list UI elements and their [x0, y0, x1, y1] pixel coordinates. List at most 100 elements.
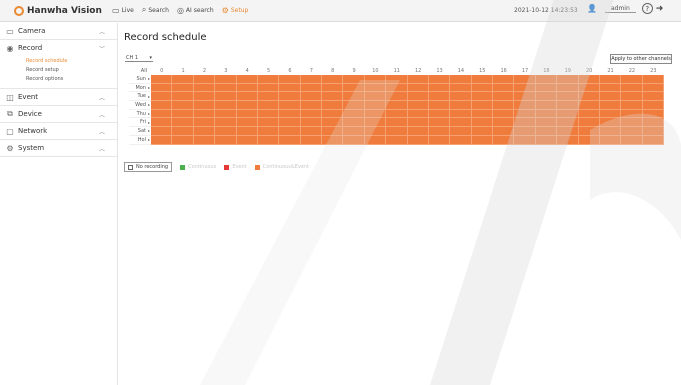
schedule-cell[interactable] [428, 92, 451, 102]
schedule-cell[interactable] [386, 101, 408, 110]
hour-label[interactable]: 6 [279, 67, 300, 75]
schedule-cell[interactable] [407, 92, 429, 102]
schedule-cell[interactable] [151, 75, 173, 84]
sidebar-item-network[interactable]: ▢ Network ︿ [0, 123, 117, 139]
schedule-cell[interactable] [300, 127, 322, 136]
schedule-cell[interactable] [386, 109, 408, 119]
schedule-cell[interactable] [493, 92, 515, 102]
schedule-cell[interactable] [428, 101, 451, 110]
day-label[interactable]: Thu ▸ [129, 110, 151, 119]
nav-setup[interactable]: ⚙ Setup [222, 5, 249, 15]
brand-logo[interactable]: Hanwha Vision [14, 4, 102, 18]
hour-label[interactable]: 1 [172, 67, 193, 75]
schedule-cell[interactable] [215, 127, 237, 136]
schedule-cell[interactable] [471, 135, 493, 145]
schedule-cell[interactable] [535, 83, 558, 93]
schedule-cell[interactable] [578, 83, 600, 93]
hour-label[interactable]: 11 [386, 67, 407, 75]
hour-label[interactable]: 0 [151, 67, 172, 75]
schedule-cell[interactable] [621, 101, 643, 110]
schedule-cell[interactable] [322, 101, 344, 110]
hour-label[interactable]: 7 [301, 67, 322, 75]
schedule-cell[interactable] [364, 109, 387, 119]
schedule-cell[interactable] [236, 83, 258, 93]
schedule-cell[interactable] [535, 101, 558, 110]
schedule-cell[interactable] [322, 83, 344, 93]
schedule-cell[interactable] [407, 101, 429, 110]
schedule-cell[interactable] [535, 135, 558, 145]
schedule-cell[interactable] [471, 127, 493, 136]
schedule-cell[interactable] [364, 118, 387, 128]
schedule-cell[interactable] [279, 135, 301, 145]
schedule-cell[interactable] [599, 109, 622, 119]
schedule-cell[interactable] [493, 75, 515, 84]
schedule-cell[interactable] [151, 135, 173, 145]
schedule-cell[interactable] [428, 135, 451, 145]
schedule-cell[interactable] [578, 118, 600, 128]
hour-label[interactable]: 15 [472, 67, 493, 75]
schedule-cell[interactable] [343, 92, 365, 102]
schedule-cell[interactable] [322, 75, 344, 84]
hour-label[interactable]: 21 [600, 67, 621, 75]
hour-label[interactable]: 13 [429, 67, 450, 75]
schedule-cell[interactable] [535, 127, 558, 136]
schedule-cell[interactable] [450, 92, 472, 102]
schedule-cell[interactable] [642, 118, 664, 128]
schedule-cell[interactable] [215, 135, 237, 145]
schedule-cell[interactable] [151, 92, 173, 102]
schedule-cell[interactable] [236, 101, 258, 110]
hour-label[interactable]: 5 [258, 67, 279, 75]
schedule-cell[interactable] [257, 135, 280, 145]
sidebar-item-camera[interactable]: ▭ Camera ︿ [0, 23, 117, 39]
schedule-cell[interactable] [535, 118, 558, 128]
schedule-cell[interactable] [514, 101, 536, 110]
day-label[interactable]: Hol ▸ [129, 136, 151, 145]
schedule-cell[interactable] [471, 75, 493, 84]
schedule-cell[interactable] [621, 127, 643, 136]
schedule-cell[interactable] [493, 101, 515, 110]
hour-label[interactable]: 4 [237, 67, 258, 75]
sidebar-item-device[interactable]: ⧉ Device ︿ [0, 106, 117, 122]
schedule-cell[interactable] [471, 92, 493, 102]
schedule-cell[interactable] [364, 127, 387, 136]
schedule-cell[interactable] [279, 101, 301, 110]
schedule-cell[interactable] [407, 127, 429, 136]
hour-label[interactable]: 12 [408, 67, 429, 75]
day-label[interactable]: Sat ▸ [129, 127, 151, 136]
schedule-cell[interactable] [621, 92, 643, 102]
schedule-cell[interactable] [514, 92, 536, 102]
schedule-cell[interactable] [535, 109, 558, 119]
hour-label[interactable]: 22 [621, 67, 642, 75]
day-label[interactable]: Sun ▸ [129, 75, 151, 84]
schedule-cell[interactable] [514, 75, 536, 84]
schedule-cell[interactable] [599, 101, 622, 110]
day-label[interactable]: Mon ▸ [129, 84, 151, 93]
schedule-cell[interactable] [578, 101, 600, 110]
schedule-cell[interactable] [236, 92, 258, 102]
schedule-cell[interactable] [493, 127, 515, 136]
legend-item[interactable]: Event [224, 164, 247, 170]
schedule-cell[interactable] [193, 92, 216, 102]
schedule-cell[interactable] [557, 118, 579, 128]
hour-label[interactable]: 17 [514, 67, 535, 75]
schedule-cell[interactable] [257, 75, 280, 84]
schedule-cell[interactable] [557, 83, 579, 93]
schedule-cell[interactable] [193, 83, 216, 93]
schedule-cell[interactable] [257, 83, 280, 93]
schedule-cell[interactable] [386, 118, 408, 128]
legend-item[interactable]: Continuous [180, 164, 216, 170]
schedule-cell[interactable] [322, 92, 344, 102]
schedule-cell[interactable] [322, 135, 344, 145]
schedule-cell[interactable] [257, 118, 280, 128]
schedule-cell[interactable] [193, 75, 216, 84]
logout-icon[interactable]: ➜ [656, 4, 664, 14]
schedule-cell[interactable] [215, 83, 237, 93]
sidebar-item-event[interactable]: ◫ Event ︿ [0, 89, 117, 105]
schedule-cell[interactable] [493, 135, 515, 145]
schedule-cell[interactable] [642, 127, 664, 136]
schedule-cell[interactable] [428, 118, 451, 128]
schedule-cell[interactable] [557, 127, 579, 136]
schedule-cell[interactable] [300, 135, 322, 145]
schedule-cell[interactable] [578, 75, 600, 84]
schedule-cell[interactable] [642, 101, 664, 110]
